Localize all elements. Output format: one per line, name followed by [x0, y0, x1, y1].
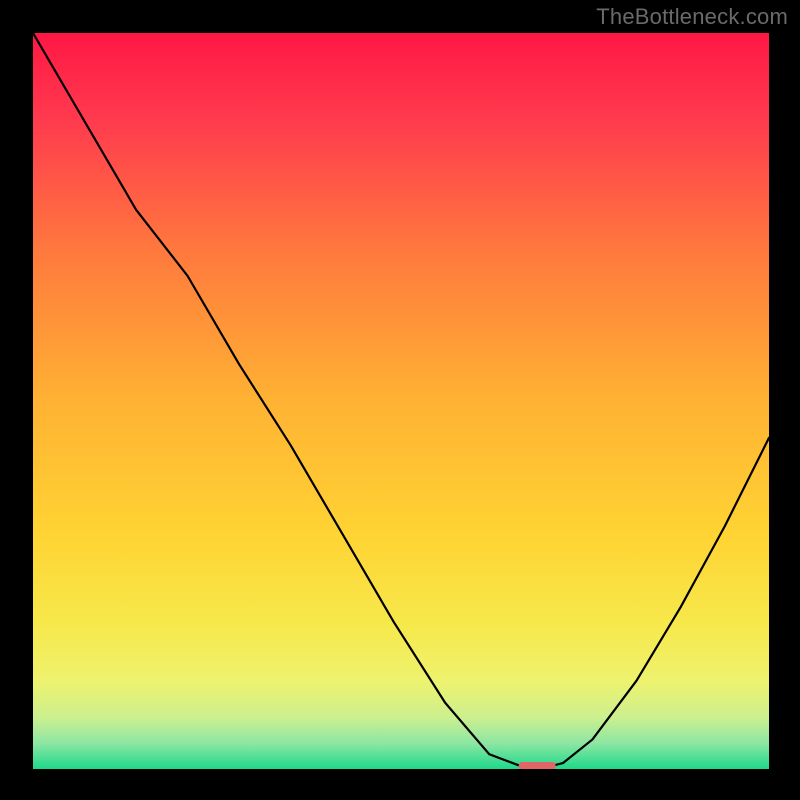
gradient-background — [33, 33, 769, 769]
optimum-marker — [519, 762, 556, 769]
bottleneck-plot — [33, 33, 769, 769]
watermark-text: TheBottleneck.com — [596, 4, 788, 30]
chart-frame: TheBottleneck.com — [0, 0, 800, 800]
